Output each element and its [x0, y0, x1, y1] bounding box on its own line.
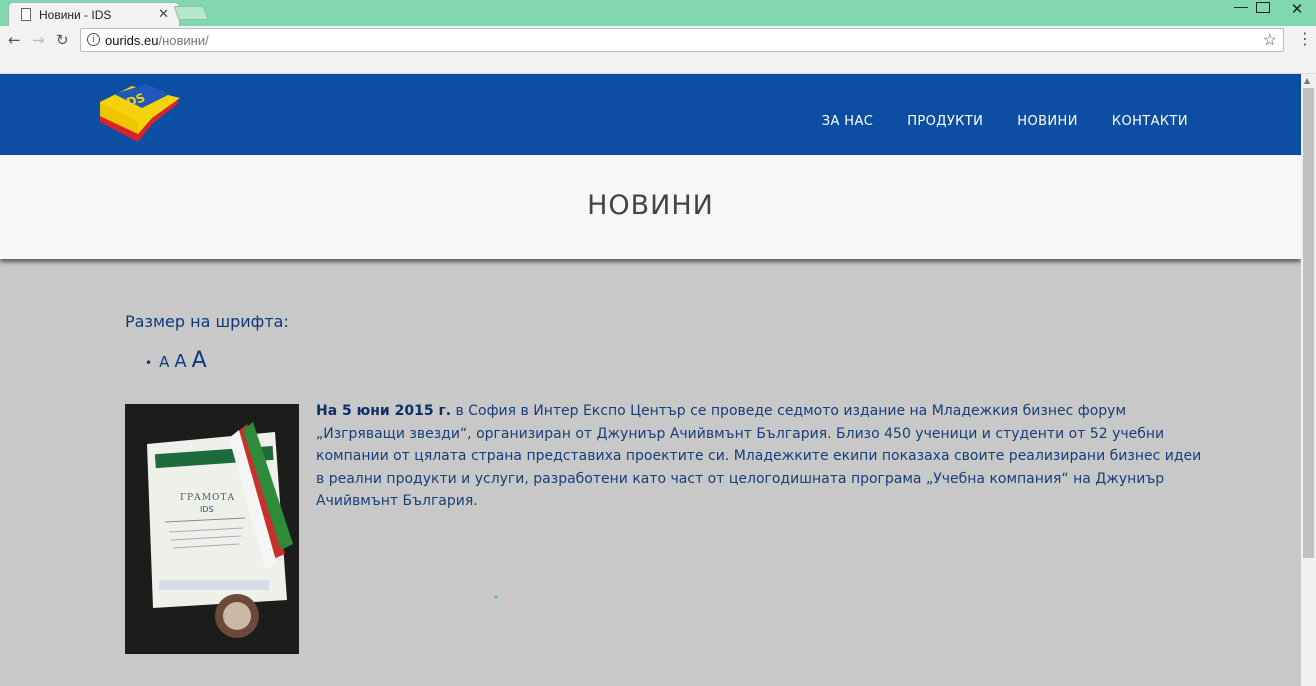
- tab-title: Новини - IDS: [39, 8, 112, 22]
- ids-logo[interactable]: IDS: [96, 82, 184, 144]
- url-path: /новини/: [158, 33, 209, 48]
- minimize-icon[interactable]: —: [1230, 0, 1252, 18]
- new-tab-button[interactable]: [173, 6, 209, 20]
- font-size-large[interactable]: A: [192, 348, 207, 373]
- address-bar[interactable]: i ourids.eu/новини/ ☆: [80, 28, 1284, 52]
- info-icon[interactable]: i: [87, 33, 100, 46]
- page-scrollbar[interactable]: ▲: [1301, 74, 1316, 686]
- font-size-options: • A A A: [145, 348, 212, 373]
- forward-arrow-icon[interactable]: →: [32, 31, 45, 49]
- nav-news[interactable]: НОВИНИ: [1017, 114, 1078, 129]
- nav-about[interactable]: ЗА НАС: [822, 114, 874, 129]
- main-nav: ЗА НАС ПРОДУКТИ НОВИНИ КОНТАКТИ: [822, 114, 1188, 129]
- font-size-small[interactable]: A: [159, 353, 169, 371]
- browser-menu-icon[interactable]: ⋮: [1297, 29, 1313, 48]
- close-tab-icon[interactable]: ✕: [158, 6, 169, 22]
- back-arrow-icon[interactable]: ←: [8, 31, 21, 49]
- page-title: НОВИНИ: [587, 190, 714, 221]
- url-host: ourids.eu: [105, 33, 159, 48]
- accent-dot: [494, 595, 498, 599]
- article-text: На 5 юни 2015 г. в София в Интер Експо Ц…: [316, 400, 1206, 513]
- scrollbar-thumb[interactable]: [1303, 88, 1314, 558]
- certificate-name: IDS: [200, 505, 214, 514]
- reload-icon[interactable]: ↻: [56, 31, 69, 49]
- article-date: На 5 юни 2015 г.: [316, 403, 452, 419]
- font-size-medium[interactable]: A: [174, 351, 186, 372]
- browser-titlebar: Новини - IDS ✕ — ✕: [0, 0, 1316, 26]
- scroll-up-icon[interactable]: ▲: [1304, 76, 1310, 85]
- nav-products[interactable]: ПРОДУКТИ: [907, 114, 983, 129]
- document-icon: [21, 8, 31, 21]
- browser-toolbar: ← → ↻ i ourids.eu/новини/ ☆ ⋮: [0, 26, 1316, 74]
- bookmark-star-icon[interactable]: ☆: [1263, 30, 1277, 50]
- site-header: IDS ЗА НАС ПРОДУКТИ НОВИНИ КОНТАКТИ: [0, 74, 1301, 155]
- page-viewport: IDS ЗА НАС ПРОДУКТИ НОВИНИ КОНТАКТИ НОВИ…: [0, 74, 1301, 686]
- page-title-banner: НОВИНИ: [0, 155, 1301, 259]
- font-size-label: Размер на шрифта:: [125, 312, 289, 331]
- maximize-icon[interactable]: [1256, 2, 1270, 13]
- browser-tab[interactable]: Новини - IDS ✕: [8, 2, 180, 26]
- nav-contacts[interactable]: КОНТАКТИ: [1112, 114, 1188, 129]
- url-text: ourids.eu/новини/: [105, 33, 209, 48]
- certificate-title: ГРАМОТА: [180, 493, 235, 503]
- bullet: •: [145, 356, 153, 370]
- window-close-icon[interactable]: ✕: [1285, 0, 1309, 20]
- article-photo[interactable]: ГРАМОТА IDS: [125, 404, 299, 654]
